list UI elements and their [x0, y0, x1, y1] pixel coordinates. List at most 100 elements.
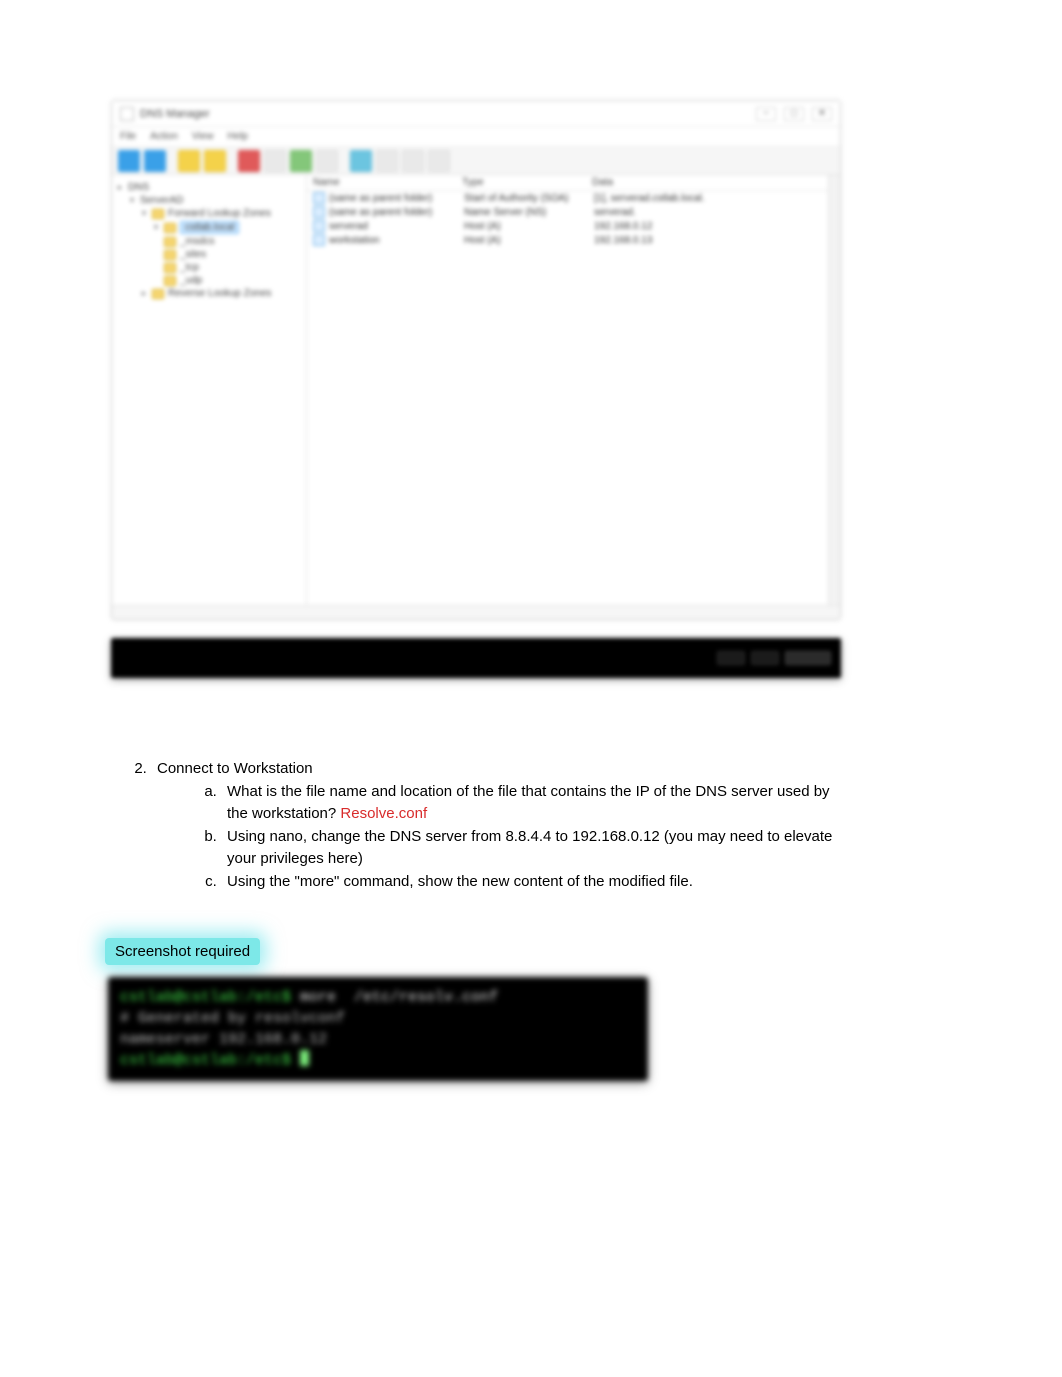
toolbar-properties-icon[interactable] — [264, 150, 286, 172]
bar-slot — [785, 651, 831, 665]
toolbar-button[interactable] — [428, 150, 450, 172]
toolbar-button[interactable] — [316, 150, 338, 172]
question-list: Connect to Workstation What is the file … — [111, 758, 841, 893]
tree-label: _msdcs — [180, 236, 214, 247]
record-icon — [313, 220, 325, 232]
menu-bar: File Action View Help — [112, 127, 840, 147]
record-data: [1], serverad.cstlab.local. — [594, 193, 828, 204]
sub-a-answer: Resolve.conf — [340, 805, 427, 822]
toolbar-folder-icon[interactable] — [178, 150, 200, 172]
question-title: Connect to Workstation — [157, 760, 313, 777]
record-icon — [313, 206, 325, 218]
toolbar-back-icon[interactable] — [118, 150, 140, 172]
record-data: 192.168.0.12 — [594, 221, 828, 232]
record-icon — [313, 234, 325, 246]
bar-slot — [751, 651, 779, 665]
list-rows: (same as parent folder) Start of Authori… — [307, 191, 828, 247]
tree-label: Forward Lookup Zones — [168, 208, 271, 219]
tree-item[interactable]: _msdcs — [164, 235, 302, 248]
window-controls: − □ ✕ — [756, 107, 832, 121]
sub-b-text: Using nano, change the DNS server from 8… — [227, 828, 832, 868]
tree-item-forward-zones[interactable]: ▾ Forward Lookup Zones — [140, 207, 302, 220]
terminal-prompt: cstlab@cstlab:/etc$ — [120, 1052, 291, 1069]
window-title: DNS Manager — [140, 108, 756, 120]
dns-manager-window-screenshot: DNS Manager − □ ✕ File Action View Help — [111, 100, 841, 620]
sub-a-text: What is the file name and location of th… — [227, 783, 830, 823]
black-bar — [111, 638, 841, 678]
terminal-line: cstlab@cstlab:/etc$ — [120, 1050, 636, 1071]
sub-c-text: Using the "more" command, show the new c… — [227, 873, 693, 890]
tree-item[interactable]: _sites — [164, 248, 302, 261]
menu-action[interactable]: Action — [150, 131, 178, 142]
expand-arrow-icon: ▸ — [116, 182, 124, 193]
toolbar-help-icon[interactable] — [290, 150, 312, 172]
toolbar-button[interactable] — [376, 150, 398, 172]
record-name: (same as parent folder) — [329, 193, 464, 204]
close-button[interactable]: ✕ — [812, 107, 832, 121]
toolbar — [112, 147, 840, 175]
tree-label: Reverse Lookup Zones — [168, 288, 271, 299]
terminal-line: nameserver 192.168.0.12 — [120, 1029, 636, 1050]
column-header-name[interactable]: Name — [307, 177, 462, 188]
menu-help[interactable]: Help — [227, 131, 248, 142]
terminal-line: cstlab@cstlab:/etc$ more /etc/resolv.con… — [120, 987, 636, 1008]
list-pane: Name Type Data (same as parent folder) S… — [307, 175, 828, 605]
tree-label: _sites — [180, 249, 206, 260]
tree-item-reverse-zones[interactable]: ▸ Reverse Lookup Zones — [140, 287, 302, 300]
window-frame: DNS Manager − □ ✕ File Action View Help — [111, 100, 841, 620]
record-name: (same as parent folder) — [329, 207, 464, 218]
folder-icon — [164, 237, 176, 247]
black-bar-right — [717, 651, 831, 665]
title-bar: DNS Manager − □ ✕ — [112, 101, 840, 127]
toolbar-delete-icon[interactable] — [238, 150, 260, 172]
tree-label: _udp — [180, 275, 202, 286]
record-type: Start of Authority (SOA) — [464, 193, 594, 204]
menu-view[interactable]: View — [192, 131, 214, 142]
column-header-data[interactable]: Data — [592, 177, 828, 188]
expand-arrow-icon: ▾ — [128, 195, 136, 206]
toolbar-forward-icon[interactable] — [144, 150, 166, 172]
column-headers: Name Type Data — [307, 175, 828, 191]
terminal: cstlab@cstlab:/etc$ more /etc/resolv.con… — [108, 977, 648, 1081]
list-row[interactable]: (same as parent folder) Start of Authori… — [307, 191, 828, 205]
maximize-button[interactable]: □ — [784, 107, 804, 121]
terminal-prompt: cstlab@cstlab:/etc$ — [120, 989, 291, 1006]
list-row[interactable]: (same as parent folder) Name Server (NS)… — [307, 205, 828, 219]
bar-slot — [717, 651, 745, 665]
menu-file[interactable]: File — [120, 131, 136, 142]
tree-item-dns[interactable]: ▸ DNS — [116, 181, 302, 194]
content-area: ▸ DNS ▾ ServerAD ▾ Forward Lookup Zones … — [112, 175, 840, 605]
tree-item-zone-selected[interactable]: ▾ cstlab.local — [152, 220, 302, 235]
folder-icon — [164, 263, 176, 273]
sub-question-b: Using nano, change the DNS server from 8… — [221, 826, 841, 871]
tree-label: _tcp — [180, 262, 199, 273]
right-gutter — [828, 175, 840, 605]
toolbar-action-icon[interactable] — [350, 150, 372, 172]
tree-label: ServerAD — [140, 195, 183, 206]
column-header-type[interactable]: Type — [462, 177, 592, 188]
tree-item-server[interactable]: ▾ ServerAD — [128, 194, 302, 207]
record-name: workstation — [329, 235, 464, 246]
toolbar-refresh-icon[interactable] — [204, 150, 226, 172]
tree-pane: ▸ DNS ▾ ServerAD ▾ Forward Lookup Zones … — [112, 175, 307, 605]
folder-icon — [152, 289, 164, 299]
toolbar-button[interactable] — [402, 150, 424, 172]
record-icon — [313, 192, 325, 204]
terminal-line: # Generated by resolvconf — [120, 1008, 636, 1029]
tree-item[interactable]: _tcp — [164, 261, 302, 274]
folder-icon — [164, 276, 176, 286]
highlight-wrap: Screenshot required — [105, 938, 260, 965]
record-type: Host (A) — [464, 235, 594, 246]
list-row[interactable]: workstation Host (A) 192.168.0.13 — [307, 233, 828, 247]
list-row[interactable]: serverad Host (A) 192.168.0.12 — [307, 219, 828, 233]
tree-label: cstlab.local — [180, 221, 239, 234]
minimize-button[interactable]: − — [756, 107, 776, 121]
sub-question-list: What is the file name and location of th… — [157, 781, 841, 894]
cursor-icon — [300, 1050, 309, 1066]
window-status-bar — [112, 605, 840, 619]
screenshot-required-label: Screenshot required — [105, 938, 260, 965]
bottom-black-bar — [111, 638, 841, 678]
tree-item[interactable]: _udp — [164, 274, 302, 287]
record-type: Host (A) — [464, 221, 594, 232]
terminal-cmd: more /etc/resolv.conf — [291, 989, 498, 1006]
